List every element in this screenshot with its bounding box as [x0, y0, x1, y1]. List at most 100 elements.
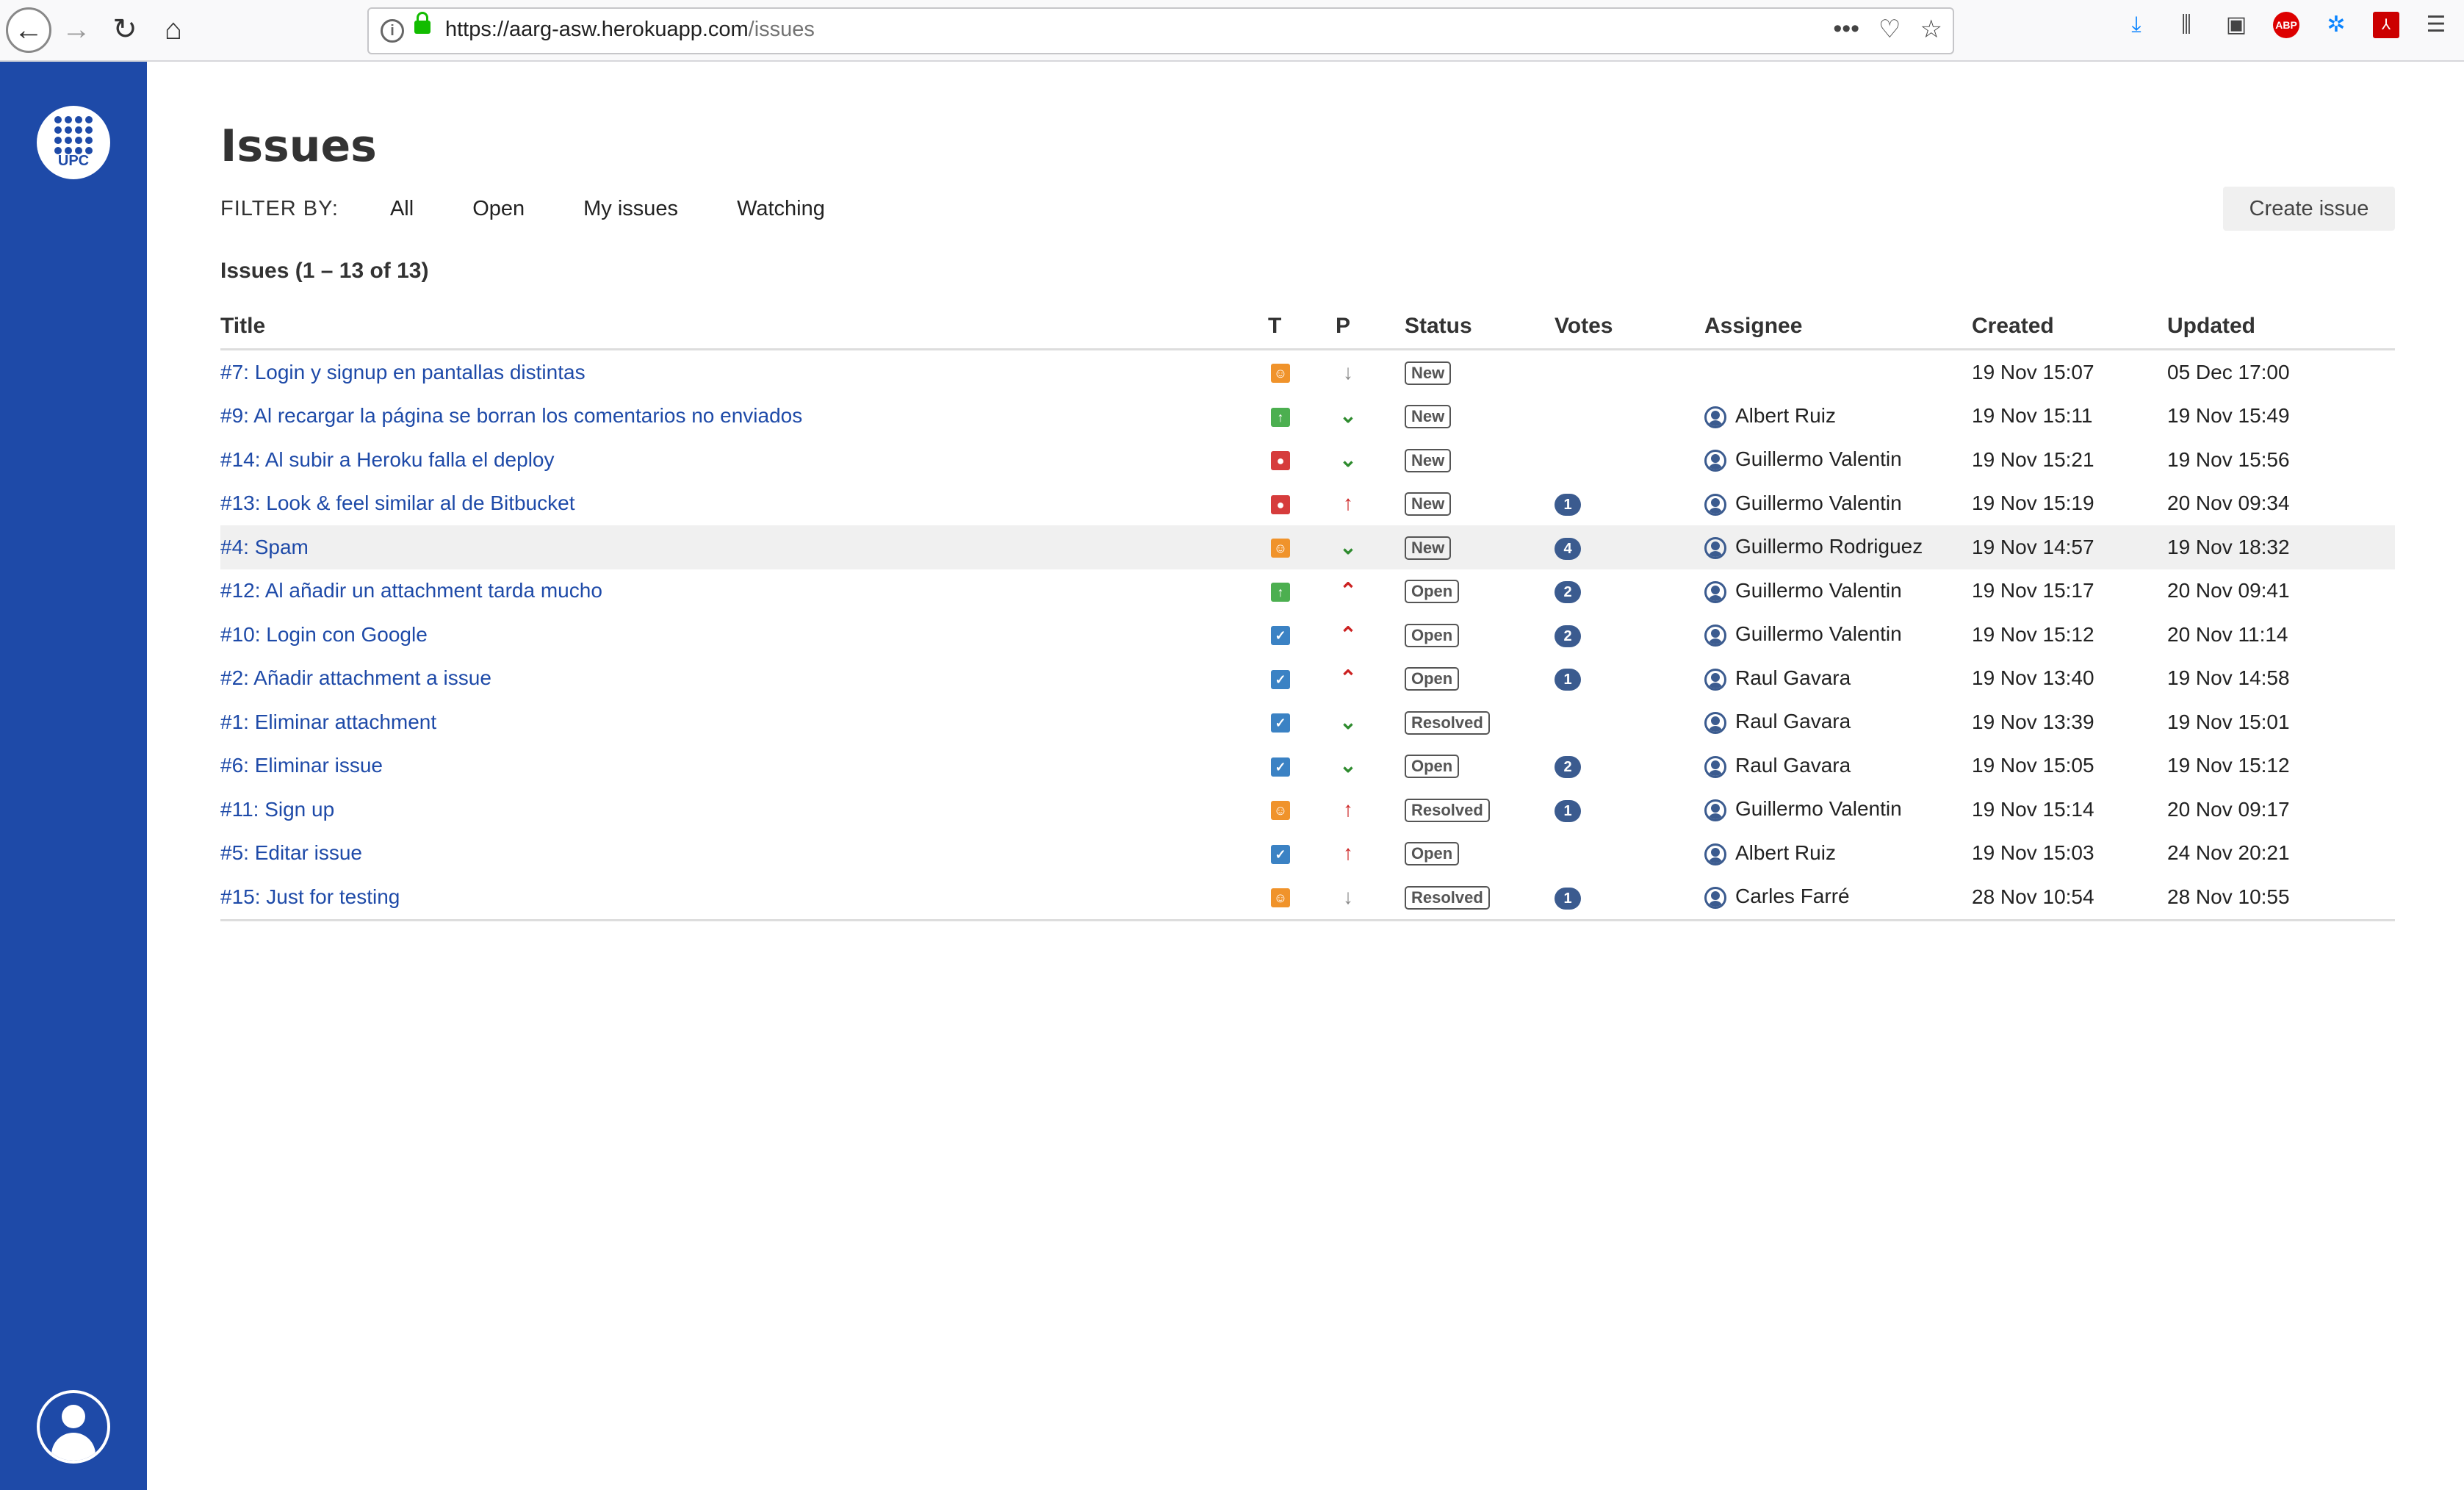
reload-button[interactable]: ↻	[103, 7, 147, 51]
updated-date: 20 Nov 11:14	[2167, 622, 2288, 646]
issue-title-link[interactable]: #6: Eliminar issue	[220, 754, 383, 777]
table-row[interactable]: #14: Al subir a Heroku falla el deploy ● ⌄…	[220, 438, 2395, 482]
assignee-name[interactable]: Albert Ruiz	[1735, 841, 1836, 864]
issue-title-link[interactable]: #9: Al recargar la página se borran los …	[220, 404, 802, 427]
back-button[interactable]: ←	[6, 7, 51, 53]
app-sidebar: UPC	[0, 62, 147, 1490]
pdf-icon[interactable]: ⅄	[2373, 12, 2399, 38]
filter-label: FILTER BY:	[220, 197, 339, 220]
column-updated[interactable]: Updated	[2167, 304, 2395, 350]
votes-badge: 1	[1555, 799, 1581, 822]
user-icon	[1704, 450, 1726, 472]
proposal-type-icon: ☺	[1271, 888, 1290, 908]
filter-my-issues[interactable]: My issues	[583, 197, 678, 221]
adblock-icon[interactable]: ABP	[2273, 12, 2299, 38]
filter-open[interactable]: Open	[472, 197, 525, 221]
minor-priority-icon: ⌄	[1339, 447, 1357, 471]
column-priority[interactable]: P	[1336, 304, 1405, 350]
table-row[interactable]: #6: Eliminar issue ✓ ⌄ Open 2 Raul Gavara 19 N…	[220, 744, 2395, 788]
home-button[interactable]: ⌂	[151, 7, 195, 51]
column-title[interactable]: Title	[220, 304, 1268, 350]
issue-title-link[interactable]: #7: Login y signup en pantallas distinta…	[220, 361, 586, 384]
issues-count: Issues (1 – 13 of 13)	[220, 259, 429, 283]
url-text[interactable]: https://aarg-asw.herokuapp.com/issues	[445, 18, 815, 42]
table-row[interactable]: #15: Just for testing ☺ ↓ Resolved 1 Carles F…	[220, 875, 2395, 921]
filter-watching[interactable]: Watching	[737, 197, 825, 221]
issue-title-link[interactable]: #11: Sign up	[220, 798, 334, 821]
created-date: 19 Nov 15:11	[1972, 404, 2093, 428]
create-issue-button[interactable]: Create issue	[2223, 187, 2395, 231]
table-row[interactable]: #5: Editar issue ✓ ↑ Open Albert Ruiz 19 Nov …	[220, 832, 2395, 876]
forward-button[interactable]: →	[54, 7, 98, 51]
assignee-name[interactable]: Albert Ruiz	[1735, 404, 1836, 427]
issue-title-link[interactable]: #10: Login con Google	[220, 623, 428, 646]
table-row[interactable]: #1: Eliminar attachment ✓ ⌄ Resolved Raul Ga…	[220, 700, 2395, 744]
table-row[interactable]: #2: Añadir attachment a issue ✓ ⌃ Open 1 Raul…	[220, 657, 2395, 701]
extension-icon[interactable]: ✲	[2323, 12, 2349, 38]
upc-logo[interactable]: UPC	[37, 106, 110, 179]
user-icon	[1704, 755, 1726, 778]
issue-title-link[interactable]: #5: Editar issue	[220, 841, 362, 864]
table-row[interactable]: #7: Login y signup en pantallas distinta…	[220, 350, 2395, 395]
assignee-name[interactable]: Guillermo Valentin	[1735, 797, 1902, 820]
lock-icon	[414, 12, 431, 34]
column-created[interactable]: Created	[1972, 304, 2167, 350]
column-status[interactable]: Status	[1405, 304, 1555, 350]
issue-title-link[interactable]: #2: Añadir attachment a issue	[220, 666, 491, 689]
updated-date: 19 Nov 14:58	[2167, 666, 2290, 690]
column-assignee[interactable]: Assignee	[1704, 304, 1972, 350]
menu-icon[interactable]: ☰	[2423, 12, 2449, 38]
table-row[interactable]: #11: Sign up ☺ ↑ Resolved 1 Guillermo Valenti…	[220, 788, 2395, 832]
user-avatar-icon[interactable]	[37, 1390, 110, 1464]
assignee-name[interactable]: Carles Farré	[1735, 885, 1850, 907]
info-icon[interactable]: i	[381, 19, 404, 43]
column-votes[interactable]: Votes	[1555, 304, 1704, 350]
assignee-name[interactable]: Guillermo Valentin	[1735, 492, 1902, 514]
download-icon[interactable]: ⤓	[2123, 12, 2150, 38]
issue-title-link[interactable]: #14: Al subir a Heroku falla el deploy	[220, 448, 555, 471]
updated-date: 20 Nov 09:41	[2167, 579, 2290, 602]
pocket-icon[interactable]: ♡	[1878, 15, 1901, 44]
library-icon[interactable]: ⫼	[2173, 12, 2200, 38]
status-badge: Open	[1405, 623, 1460, 647]
issue-title-link[interactable]: #4: Spam	[220, 536, 309, 558]
issue-title-link[interactable]: #12: Al añadir un attachment tarda mucho	[220, 579, 602, 602]
filter-all[interactable]: All	[390, 197, 414, 221]
issues-table: Title T P Status Votes Assignee Created …	[220, 304, 2395, 921]
status-badge: Open	[1405, 580, 1460, 604]
assignee-name[interactable]: Guillermo Valentin	[1735, 447, 1902, 470]
issue-title-link[interactable]: #15: Just for testing	[220, 885, 400, 908]
user-icon	[1704, 406, 1726, 428]
assignee-name[interactable]: Raul Gavara	[1735, 754, 1851, 777]
bookmark-star-icon[interactable]: ☆	[1920, 15, 1942, 44]
major-priority-icon: ↑	[1343, 492, 1353, 515]
votes-badge: 1	[1555, 494, 1581, 517]
table-row[interactable]: #13: Look & feel similar al de Bitbucket…	[220, 482, 2395, 526]
table-row[interactable]: #12: Al añadir un attachment tarda mucho…	[220, 569, 2395, 613]
critical-priority-icon: ⌃	[1339, 622, 1357, 646]
assignee-name[interactable]: Guillermo Valentin	[1735, 579, 1902, 602]
address-bar[interactable]: i https://aarg-asw.herokuapp.com/issues …	[367, 7, 1954, 54]
table-row[interactable]: #4: Spam ☺ ⌄ New 4 Guillermo Rodriguez 19 Nov …	[220, 525, 2395, 569]
created-date: 19 Nov 13:39	[1972, 710, 2094, 733]
task-type-icon: ✓	[1271, 844, 1290, 864]
page-actions-icon[interactable]: •••	[1833, 15, 1859, 44]
issue-title-link[interactable]: #1: Eliminar attachment	[220, 710, 436, 733]
table-row[interactable]: #9: Al recargar la página se borran los …	[220, 395, 2395, 439]
assignee-name[interactable]: Raul Gavara	[1735, 710, 1851, 733]
status-badge: New	[1405, 492, 1452, 517]
updated-date: 20 Nov 09:17	[2167, 797, 2290, 821]
sidebar-toggle-icon[interactable]: ▣	[2223, 12, 2249, 38]
minor-priority-icon: ⌄	[1339, 535, 1357, 558]
bug-type-icon: ●	[1271, 494, 1290, 514]
trivial-priority-icon: ↓	[1343, 360, 1353, 384]
proposal-type-icon: ☺	[1271, 364, 1290, 384]
created-date: 19 Nov 15:05	[1972, 754, 2094, 777]
issue-title-link[interactable]: #13: Look & feel similar al de Bitbucket	[220, 492, 574, 514]
filter-bar: FILTER BY: All Open My issues Watching	[220, 197, 884, 221]
assignee-name[interactable]: Guillermo Valentin	[1735, 622, 1902, 645]
assignee-name[interactable]: Raul Gavara	[1735, 666, 1851, 689]
table-row[interactable]: #10: Login con Google ✓ ⌃ Open 2 Guillermo Va…	[220, 613, 2395, 657]
column-type[interactable]: T	[1268, 304, 1336, 350]
assignee-name[interactable]: Guillermo Rodriguez	[1735, 535, 1923, 558]
